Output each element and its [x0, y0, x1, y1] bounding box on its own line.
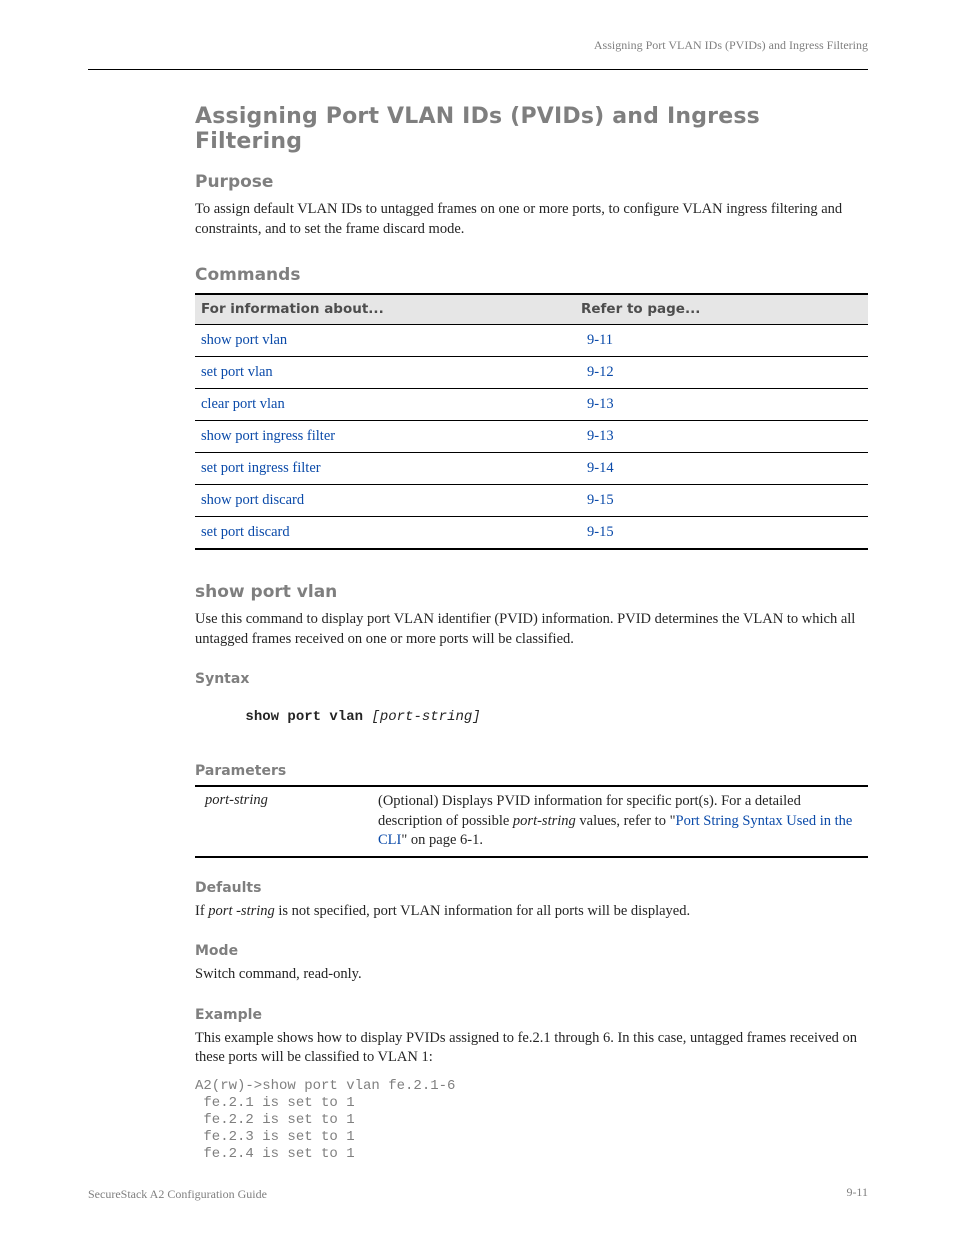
running-head: Assigning Port VLAN IDs (PVIDs) and Ingr…: [594, 38, 868, 53]
defaults-heading: Defaults: [195, 880, 868, 896]
param-desc-italic: port-string: [513, 813, 576, 829]
cmd-name[interactable]: show port ingress filter: [195, 428, 587, 445]
page-footer: 9-11 SecureStack A2 Configuration Guide: [88, 1185, 868, 1203]
table-header-col2: Refer to page...: [581, 295, 841, 323]
defaults-italic: port -string: [208, 903, 274, 919]
page-number: 9-11: [846, 1185, 868, 1200]
table-row: set port vlan 9-12: [195, 357, 868, 389]
parameters-table: port-string(Optional) Displays PVID info…: [195, 785, 868, 858]
cmd-name[interactable]: clear port vlan: [195, 396, 587, 413]
param-desc-mid: values, refer to ": [576, 813, 676, 829]
command-description: Use this command to display port VLAN id…: [195, 610, 868, 649]
commands-table: For information about...Refer to page...…: [195, 293, 868, 550]
commands-heading: Commands: [195, 265, 868, 285]
cmd-pageref[interactable]: 9-12: [587, 364, 614, 381]
table-row: set port discard 9-15: [195, 517, 868, 550]
table-row: clear port vlan 9-13: [195, 389, 868, 421]
purpose-text: To assign default VLAN IDs to untagged f…: [195, 200, 868, 239]
cmd-pageref[interactable]: 9-11: [587, 332, 613, 349]
table-row: show port ingress filter 9-13: [195, 421, 868, 453]
syntax-heading: Syntax: [195, 671, 868, 687]
table-header-row: For information about...Refer to page...: [195, 293, 868, 325]
parameters-heading: Parameters: [195, 763, 868, 779]
example-intro: This example shows how to display PVIDs …: [195, 1029, 868, 1068]
section-title: Assigning Port VLAN IDs (PVIDs) and Ingr…: [195, 104, 868, 154]
cmd-pageref[interactable]: 9-13: [587, 428, 614, 445]
table-row: show port discard 9-15: [195, 485, 868, 517]
mode-heading: Mode: [195, 943, 868, 959]
mode-text: Switch command, read-only.: [195, 965, 868, 985]
param-desc-post: " on page 6-1.: [401, 832, 483, 848]
example-heading: Example: [195, 1007, 868, 1023]
content-column: Assigning Port VLAN IDs (PVIDs) and Ingr…: [195, 104, 868, 1177]
defaults-pre: If: [195, 903, 208, 919]
cmd-pageref[interactable]: 9-15: [587, 492, 614, 509]
cmd-name[interactable]: set port discard: [195, 524, 587, 541]
cmd-pageref[interactable]: 9-14: [587, 460, 614, 477]
purpose-heading: Purpose: [195, 172, 868, 192]
table-row: show port vlan 9-11: [195, 325, 868, 357]
example-code-block: A2(rw)->show port vlan fe.2.1-6 fe.2.1 i…: [195, 1078, 868, 1163]
header-rule: [88, 69, 868, 70]
syntax-arg: [port-string]: [371, 709, 480, 725]
command-heading: show port vlan: [195, 582, 868, 602]
syntax-line: show port vlan [port-string]: [195, 693, 868, 741]
cmd-pageref[interactable]: 9-15: [587, 524, 614, 541]
syntax-prefix: show port vlan: [245, 709, 371, 725]
page: Assigning Port VLAN IDs (PVIDs) and Ingr…: [0, 0, 954, 1235]
table-row: set port ingress filter 9-14: [195, 453, 868, 485]
footer-title: SecureStack A2 Configuration Guide: [88, 1187, 267, 1201]
param-name: port-string: [195, 792, 378, 809]
defaults-post: is not specified, port VLAN information …: [275, 903, 690, 919]
cmd-pageref[interactable]: 9-13: [587, 396, 614, 413]
param-description: (Optional) Displays PVID information for…: [378, 792, 853, 851]
cmd-name[interactable]: set port vlan: [195, 364, 587, 381]
cmd-name[interactable]: show port vlan: [195, 332, 587, 349]
defaults-text: If port -string is not specified, port V…: [195, 902, 868, 922]
cmd-name[interactable]: set port ingress filter: [195, 460, 587, 477]
table-header-col1: For information about...: [195, 295, 581, 323]
cmd-name[interactable]: show port discard: [195, 492, 587, 509]
